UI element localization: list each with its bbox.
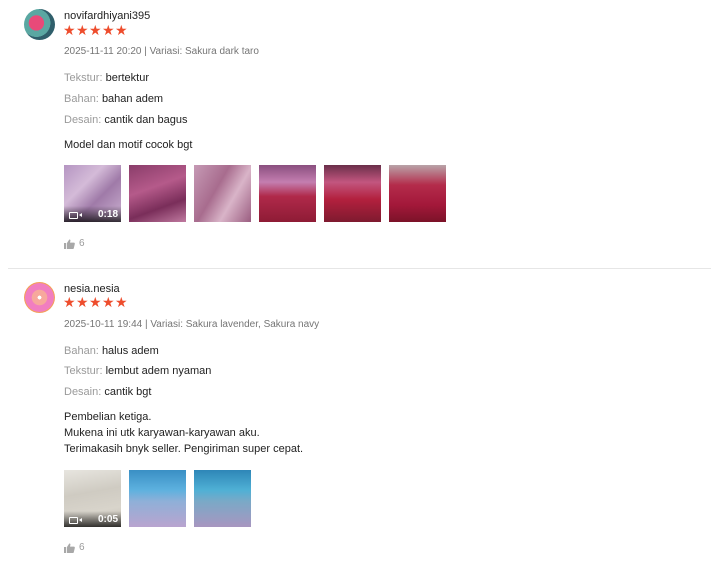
attribute-value: lembut adem nyaman bbox=[105, 365, 212, 377]
attribute-key: Desain: bbox=[64, 386, 102, 398]
comment-line: Terimakasih bnyk seller. Pengiriman supe… bbox=[64, 443, 304, 455]
attribute-value: halus adem bbox=[101, 345, 159, 357]
review-image-thumbnail[interactable] bbox=[324, 165, 381, 222]
review-attribute: Tekstur: bertektur bbox=[64, 72, 149, 84]
review-image-thumbnail[interactable] bbox=[194, 165, 251, 222]
attribute-key: Tekstur: bbox=[64, 72, 103, 84]
review-divider bbox=[8, 268, 711, 269]
thumbs-up-icon bbox=[64, 543, 75, 553]
review-image-thumbnail[interactable] bbox=[259, 165, 316, 222]
review-image-thumbnail[interactable] bbox=[194, 470, 251, 527]
review-image-thumbnail[interactable] bbox=[129, 470, 186, 527]
star-icon: ★ bbox=[89, 295, 102, 311]
attribute-key: Bahan: bbox=[64, 345, 99, 357]
like-count: 6 bbox=[79, 542, 85, 553]
star-icon: ★ bbox=[89, 23, 102, 39]
thumbs-up-icon bbox=[64, 239, 75, 249]
reviewer-username: nesia.nesia bbox=[64, 283, 120, 295]
star-icon: ★ bbox=[63, 23, 76, 39]
star-icon: ★ bbox=[63, 295, 76, 311]
attribute-key: Bahan: bbox=[64, 93, 99, 105]
review-meta: 2025-10-11 19:44 | Variasi: Sakura laven… bbox=[64, 319, 320, 330]
avatar[interactable] bbox=[24, 9, 55, 40]
review-image-thumbnail[interactable] bbox=[389, 165, 446, 222]
star-icon: ★ bbox=[115, 23, 128, 39]
attribute-value: bahan adem bbox=[101, 93, 164, 105]
star-icon: ★ bbox=[115, 295, 128, 311]
video-camera-icon bbox=[69, 517, 82, 524]
rating-stars: ★ ★ ★ ★ ★ bbox=[63, 23, 128, 39]
review-attribute: Desain: cantik bgt bbox=[64, 386, 151, 398]
attribute-key: Tekstur: bbox=[64, 365, 103, 377]
attribute-key: Desain: bbox=[64, 114, 102, 126]
star-icon: ★ bbox=[76, 23, 89, 39]
attribute-value: cantik dan bagus bbox=[104, 114, 188, 126]
review-video-thumbnail[interactable]: 0:18 bbox=[64, 165, 121, 222]
avatar[interactable] bbox=[24, 282, 55, 313]
star-icon: ★ bbox=[76, 295, 89, 311]
video-camera-icon bbox=[69, 212, 82, 219]
review-media: 0:05 bbox=[64, 470, 251, 527]
review-attribute: Desain: cantik dan bagus bbox=[64, 114, 188, 126]
rating-stars: ★ ★ ★ ★ ★ bbox=[63, 295, 128, 311]
review-image-thumbnail[interactable] bbox=[129, 165, 186, 222]
star-icon: ★ bbox=[102, 295, 115, 311]
review-card: novifardhiyani395 ★ ★ ★ ★ ★ 2025-11-11 2… bbox=[0, 0, 711, 268]
review-media: 0:18 bbox=[64, 165, 446, 222]
attribute-value: cantik bgt bbox=[104, 386, 152, 398]
review-attribute: Tekstur: lembut adem nyaman bbox=[64, 365, 211, 377]
reviewer-username: novifardhiyani395 bbox=[64, 10, 151, 22]
like-button[interactable]: 6 bbox=[64, 238, 85, 249]
review-meta: 2025-11-11 20:20 | Variasi: Sakura dark … bbox=[64, 46, 259, 57]
review-video-thumbnail[interactable]: 0:05 bbox=[64, 470, 121, 527]
video-duration: 0:05 bbox=[97, 514, 118, 525]
like-button[interactable]: 6 bbox=[64, 542, 85, 553]
review-card: nesia.nesia ★ ★ ★ ★ ★ 2025-10-11 19:44 |… bbox=[0, 270, 711, 561]
review-attribute: Bahan: bahan adem bbox=[64, 93, 163, 105]
like-count: 6 bbox=[79, 238, 85, 249]
video-badge: 0:05 bbox=[64, 511, 121, 527]
review-attribute: Bahan: halus adem bbox=[64, 345, 159, 357]
star-icon: ★ bbox=[102, 23, 115, 39]
comment-line: Pembelian ketiga. bbox=[64, 411, 152, 423]
attribute-value: bertektur bbox=[105, 72, 149, 84]
video-badge: 0:18 bbox=[64, 206, 121, 222]
review-comment: Pembelian ketiga. Mukena ini utk karyawa… bbox=[64, 409, 303, 457]
comment-line: Mukena ini utk karyawan-karyawan aku. bbox=[64, 427, 260, 439]
review-comment: Model dan motif cocok bgt bbox=[64, 139, 193, 151]
video-duration: 0:18 bbox=[97, 209, 118, 220]
